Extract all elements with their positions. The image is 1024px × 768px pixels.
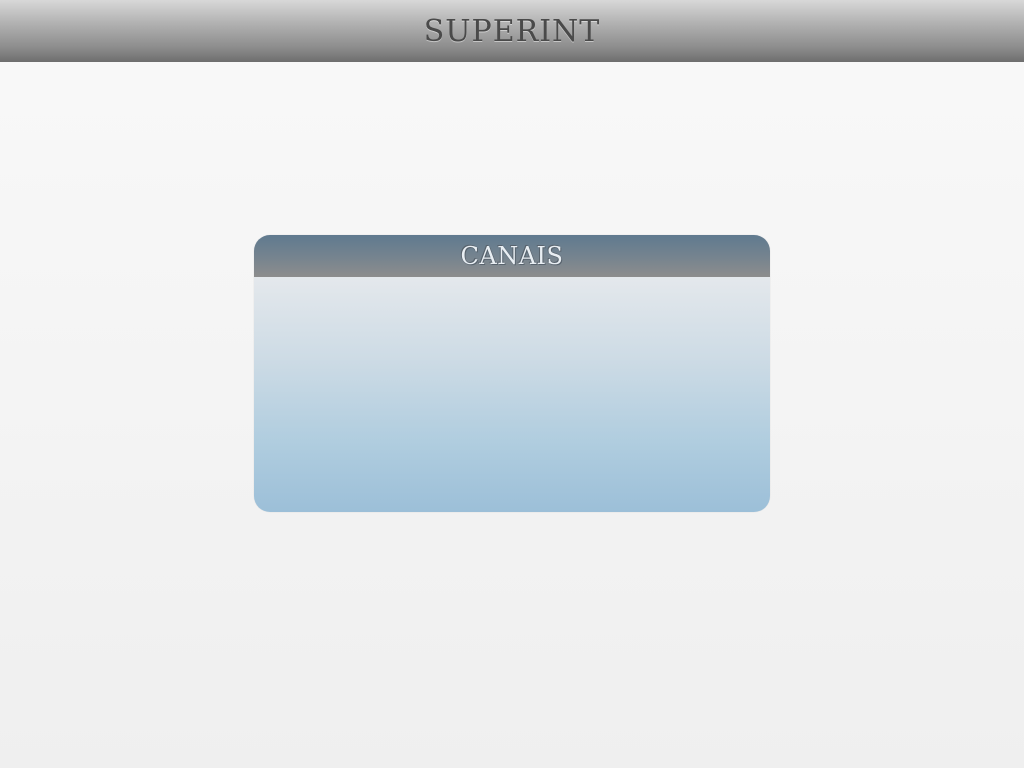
panel-header: CANAIS — [254, 235, 770, 277]
app-title: SUPERINT — [423, 13, 601, 49]
app-header: SUPERINT — [0, 0, 1024, 62]
canais-panel: CANAIS — [254, 235, 770, 512]
panel-body — [254, 277, 770, 512]
panel-title: CANAIS — [460, 242, 564, 270]
